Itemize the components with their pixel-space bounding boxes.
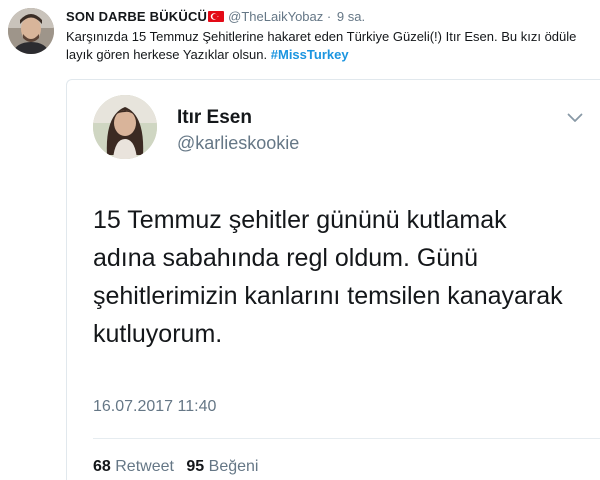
like-label: Beğeni: [208, 458, 259, 475]
quoted-tweet-date[interactable]: 16.07.2017 11:40: [93, 398, 216, 416]
quoted-tweet-text: 15 Temmuz şehitler gününü kutlamak adına…: [93, 206, 563, 348]
hashtag-link[interactable]: #MissTurkey: [271, 47, 349, 62]
quoted-avatar-image: [93, 95, 157, 159]
avatar-image: [8, 8, 54, 54]
handle[interactable]: @TheLaikYobaz: [228, 9, 323, 24]
quoted-handle[interactable]: @karlieskookie: [177, 133, 299, 154]
tweet-stats: 68 Retweet 95 Beğeni: [93, 458, 258, 476]
like-stat[interactable]: 95 Beğeni: [186, 458, 258, 475]
outer-tweet: SON DARBE BÜKÜCÜ @TheLaikYobaz · 9 sa. Ka…: [0, 0, 600, 480]
quoted-display-name[interactable]: Itır Esen: [177, 107, 252, 129]
retweet-stat[interactable]: 68 Retweet: [93, 458, 174, 475]
like-count: 95: [186, 458, 205, 475]
timestamp[interactable]: 9 sa.: [337, 9, 365, 24]
tweet-header: SON DARBE BÜKÜCÜ @TheLaikYobaz · 9 sa.: [66, 9, 590, 25]
quoted-avatar[interactable]: [93, 95, 157, 159]
display-name[interactable]: SON DARBE BÜKÜCÜ: [66, 9, 207, 24]
retweet-count: 68: [93, 458, 111, 475]
retweet-label: Retweet: [115, 458, 174, 475]
avatar[interactable]: [8, 8, 54, 54]
chevron-down-icon[interactable]: [567, 113, 583, 123]
separator: ·: [326, 9, 332, 24]
turkey-flag-icon: [208, 11, 225, 22]
tweet-text: Karşınızda 15 Temmuz Şehitlerine hakaret…: [66, 28, 586, 64]
divider: [93, 438, 600, 439]
quoted-tweet-card[interactable]: Itır Esen @karlieskookie 15 Temmuz şehit…: [66, 79, 600, 480]
